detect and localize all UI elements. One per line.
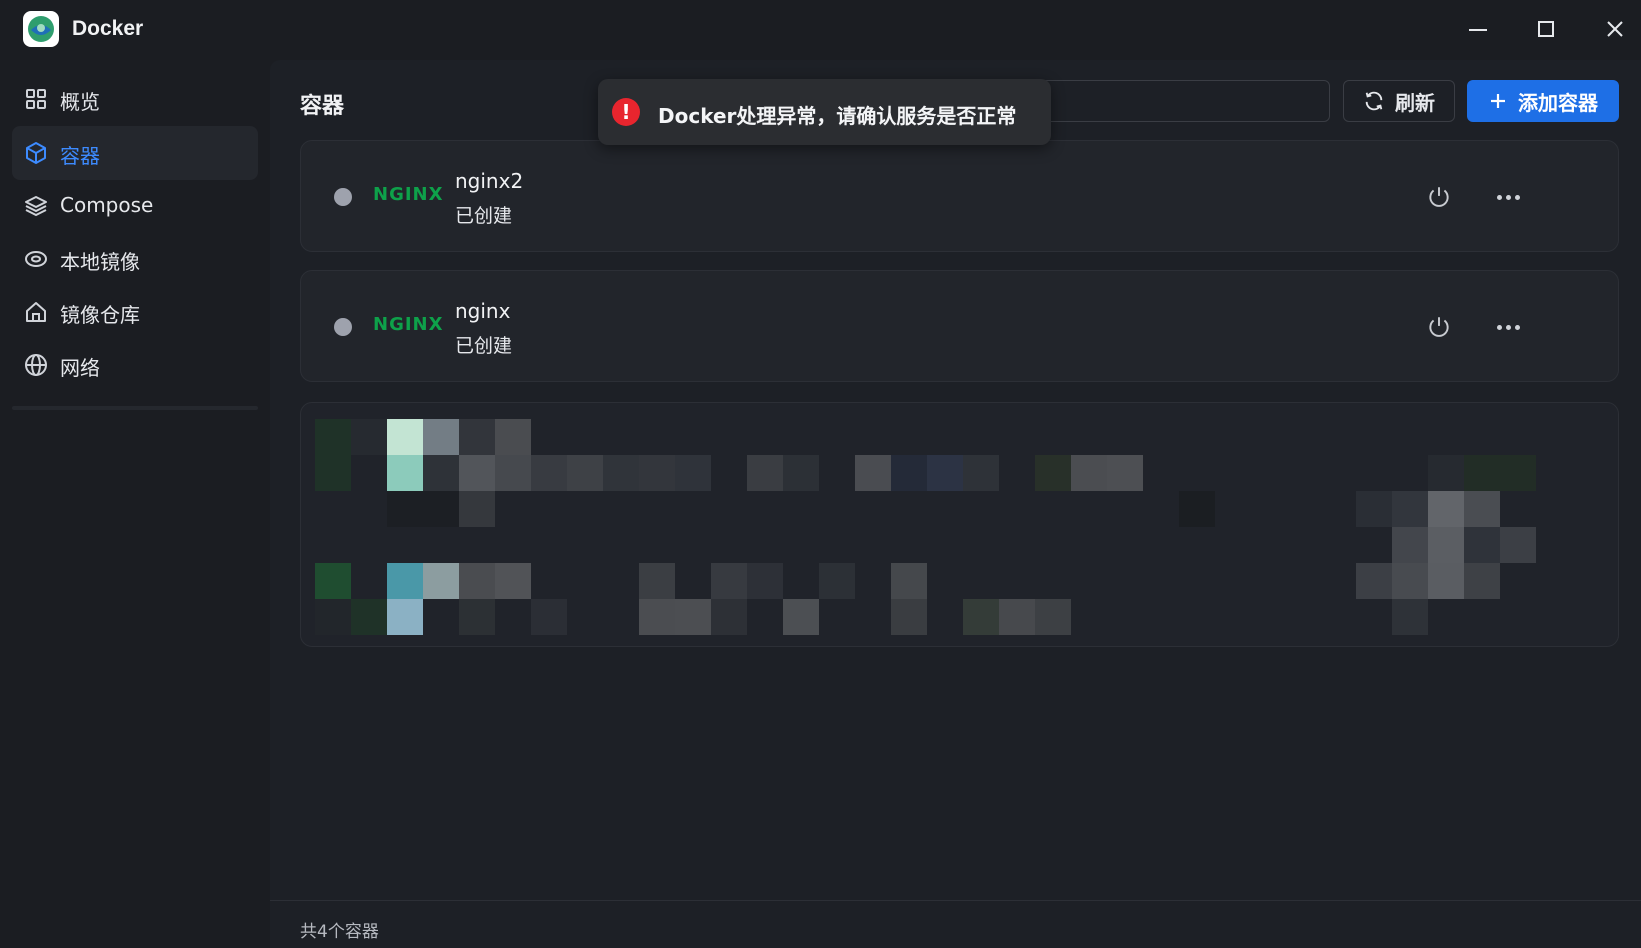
page-title: 容器 <box>300 94 345 119</box>
more-icon[interactable] <box>1493 184 1523 210</box>
sidebar-item-label: 概览 <box>60 90 100 114</box>
error-icon: ! <box>612 98 640 126</box>
nginx-logo: NGINX <box>373 314 444 335</box>
sidebar-divider <box>12 406 258 410</box>
status-dot <box>334 188 352 206</box>
sidebar-item-label: 本地镜像 <box>60 250 140 274</box>
docker-logo-icon <box>23 11 59 47</box>
nginx-logo: NGINX <box>373 184 444 205</box>
sidebar: 概览 容器 Compose 本地镜像 镜像仓库 网络 <box>0 60 270 948</box>
footer-divider <box>270 900 1641 901</box>
sidebar-item-compose[interactable]: Compose <box>12 179 258 233</box>
disk-icon <box>25 251 47 267</box>
main-panel: 容器 刷新 添加容器 NGINX nginx2 已创建 NGINX nginx … <box>270 60 1641 948</box>
refresh-button[interactable]: 刷新 <box>1343 80 1455 122</box>
maximize-icon[interactable] <box>1531 14 1561 44</box>
sidebar-item-label: 容器 <box>60 144 100 168</box>
refresh-label: 刷新 <box>1395 90 1435 115</box>
status-dot <box>334 318 352 336</box>
minimize-icon[interactable] <box>1463 14 1493 44</box>
power-icon[interactable] <box>1426 184 1452 210</box>
redacted-container-cards <box>300 402 1619 647</box>
cube-icon <box>26 142 46 164</box>
more-icon[interactable] <box>1493 314 1523 340</box>
home-icon <box>26 302 46 322</box>
grid-icon <box>26 89 46 109</box>
container-card[interactable]: NGINX nginx2 已创建 <box>300 140 1619 252</box>
sidebar-item-containers[interactable]: 容器 <box>12 126 258 180</box>
container-name: nginx2 <box>455 169 524 193</box>
container-card[interactable]: NGINX nginx 已创建 <box>300 270 1619 382</box>
toast-message: Docker处理异常，请确认服务是否正常 <box>658 104 1017 128</box>
sidebar-item-registry[interactable]: 镜像仓库 <box>12 285 258 339</box>
error-toast: ! Docker处理异常，请确认服务是否正常 <box>598 79 1051 145</box>
power-icon[interactable] <box>1426 314 1452 340</box>
layers-icon <box>25 196 47 217</box>
sidebar-item-local-images[interactable]: 本地镜像 <box>12 232 258 286</box>
container-status: 已创建 <box>455 205 513 227</box>
app-title: Docker <box>72 17 144 40</box>
plus-icon <box>1491 94 1505 108</box>
add-container-button[interactable]: 添加容器 <box>1467 80 1619 122</box>
container-count: 共4个容器 <box>300 922 379 942</box>
sidebar-item-label: Compose <box>60 193 154 217</box>
add-container-label: 添加容器 <box>1518 90 1598 115</box>
title-bar: Docker <box>0 0 1641 60</box>
container-status: 已创建 <box>455 335 513 357</box>
sidebar-item-network[interactable]: 网络 <box>12 338 258 392</box>
sidebar-item-label: 镜像仓库 <box>60 303 140 327</box>
sidebar-item-label: 网络 <box>60 356 100 380</box>
sidebar-item-overview[interactable]: 概览 <box>12 72 258 126</box>
refresh-icon <box>1365 91 1383 111</box>
container-name: nginx <box>455 299 511 323</box>
globe-icon <box>25 354 47 376</box>
close-icon[interactable] <box>1600 14 1630 44</box>
